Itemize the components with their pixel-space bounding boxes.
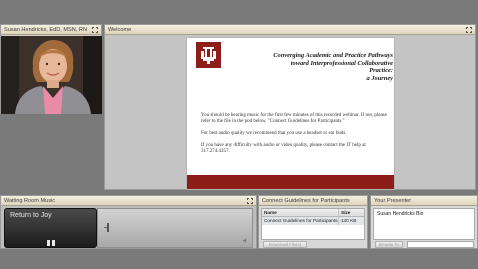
shared-document: Converging Academic and Practice Pathway… <box>186 37 395 190</box>
file-name-cell: Connect Guidelines for Participants.pdf <box>264 217 339 225</box>
guidelines-pod: Connect Guidelines for Participants Name… <box>258 195 368 249</box>
document-title-line: Practice: <box>369 67 393 74</box>
presenter-photo <box>1 36 102 114</box>
track-title: Return to Joy <box>10 212 52 219</box>
maximize-icon[interactable] <box>247 198 253 204</box>
file-size-cell: 140 KB <box>341 218 357 223</box>
document-paragraph: You should be hearing music for the firs… <box>201 113 387 125</box>
maximize-icon[interactable] <box>466 27 472 33</box>
pause-icon[interactable] <box>47 240 59 247</box>
presenter-pod: Susan Hendricks, EdD, MSN, RN <box>0 24 102 114</box>
presenter-pod-header: Susan Hendricks, EdD, MSN, RN <box>1 25 101 35</box>
music-pod-title: Waiting Room Music <box>4 198 56 204</box>
volume-icon[interactable] <box>243 238 248 243</box>
bio-link-item[interactable]: Susan Hendricks Bio <box>377 211 471 217</box>
your-presenter-pod-title: Your Presenter <box>374 198 412 204</box>
document-title-line: a Journey <box>366 74 393 82</box>
document-title-line: toward Interprofessional Collaborative <box>290 59 393 67</box>
seek-handle[interactable] <box>107 223 109 232</box>
weblinks-list: Susan Hendricks Bio <box>373 208 475 240</box>
browse-to-button[interactable]: Browse To <box>375 241 403 248</box>
your-presenter-pod-header: Your Presenter <box>371 196 477 206</box>
document-paragraph: If you have any difficulty with audio or… <box>201 143 366 155</box>
document-footer-bar <box>187 175 394 189</box>
guidelines-pod-header: Connect Guidelines for Participants <box>259 196 367 206</box>
iu-logo-icon <box>196 42 221 68</box>
your-presenter-pod: Your Presenter Susan Hendricks Bio Brows… <box>370 195 478 249</box>
guidelines-pod-title: Connect Guidelines for Participants <box>262 198 350 204</box>
column-header-size[interactable]: Size <box>339 209 364 216</box>
presenter-pod-title: Susan Hendricks, EdD, MSN, RN <box>4 27 87 33</box>
document-title: Converging Academic and Practice Pathway… <box>235 52 393 82</box>
music-pod-header: Waiting Room Music <box>1 196 256 206</box>
column-header-name[interactable]: Name <box>262 209 339 216</box>
welcome-pod: Welcome Converging Academic and Practice… <box>104 24 476 190</box>
document-title-line: Converging Academic and Practice Pathway… <box>273 52 393 59</box>
bottom-strip <box>0 251 478 269</box>
maximize-icon[interactable] <box>92 27 98 33</box>
media-player: Return to Joy <box>4 208 97 248</box>
file-table: Name Size Connect Guidelines for Partici… <box>261 208 365 240</box>
player-controls-bar <box>97 208 253 248</box>
table-row[interactable]: Connect Guidelines for Participants.pdf … <box>262 217 364 225</box>
welcome-pod-title: Welcome <box>108 27 132 33</box>
download-files-button[interactable]: Download File(s) <box>263 241 307 248</box>
document-body: You should be hearing music for the firs… <box>201 113 391 161</box>
document-paragraph: For best audio quality we recommend that… <box>201 131 347 137</box>
url-field[interactable] <box>407 241 474 248</box>
table-header: Name Size <box>262 209 364 217</box>
music-pod: Waiting Room Music Return to Joy <box>0 195 257 249</box>
welcome-pod-header: Welcome <box>105 25 475 35</box>
